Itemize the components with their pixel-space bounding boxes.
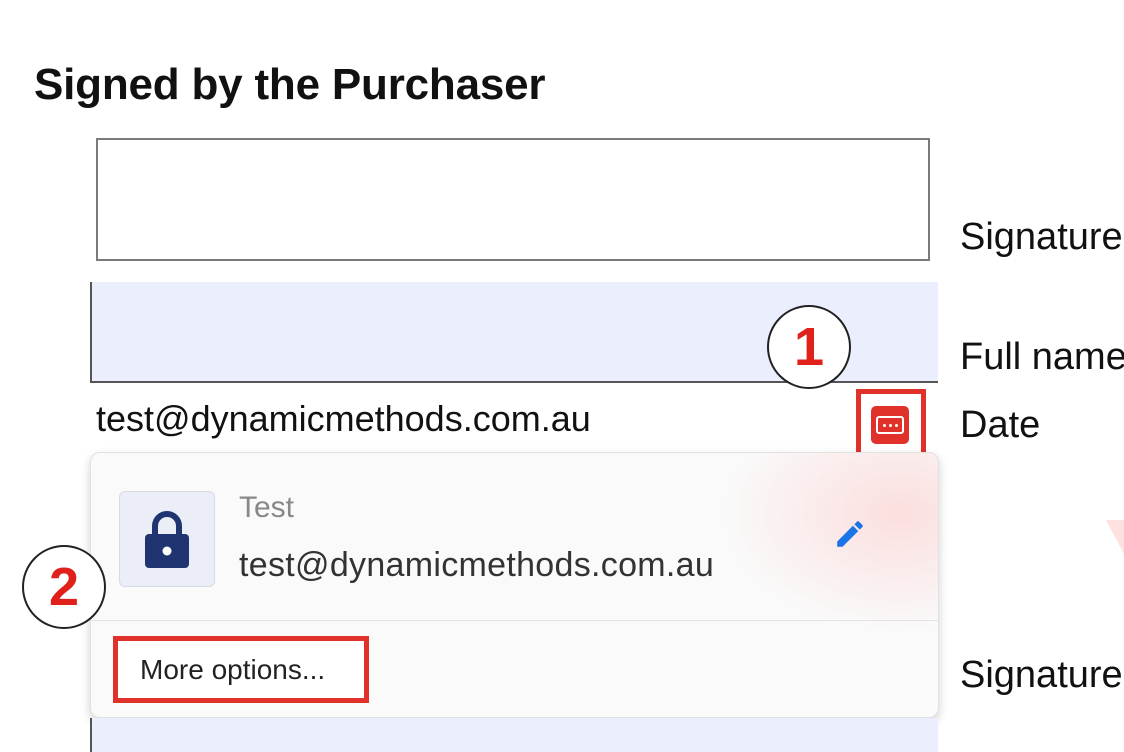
full-name-label: Full name <box>960 336 1124 378</box>
password-manager-icon[interactable] <box>871 406 909 444</box>
popup-divider <box>91 620 938 621</box>
step-2-badge: 2 <box>22 545 106 629</box>
email-input[interactable]: test@dynamicmethods.com.au <box>96 386 856 452</box>
section-heading: Signed by the Purchaser <box>34 60 546 109</box>
pencil-icon[interactable] <box>833 517 867 556</box>
signature-label: Signature <box>960 216 1123 258</box>
more-options-button[interactable]: More options... <box>113 636 369 703</box>
next-field-border <box>90 718 92 752</box>
date-label: Date <box>960 404 1041 446</box>
lock-icon <box>145 511 189 568</box>
annotation-arrow-fragment <box>1106 520 1124 554</box>
account-email[interactable]: test@dynamicmethods.com.au <box>239 546 714 585</box>
password-suggestion-popup: Test test@dynamicmethods.com.au More opt… <box>90 452 939 718</box>
signature-box[interactable] <box>96 138 930 261</box>
popup-glow <box>718 453 938 633</box>
account-lock-tile[interactable] <box>119 491 215 587</box>
step-1-badge: 1 <box>767 305 851 389</box>
next-field[interactable] <box>92 718 938 752</box>
signature-label-2: Signature <box>960 654 1123 696</box>
account-name[interactable]: Test <box>239 491 294 525</box>
